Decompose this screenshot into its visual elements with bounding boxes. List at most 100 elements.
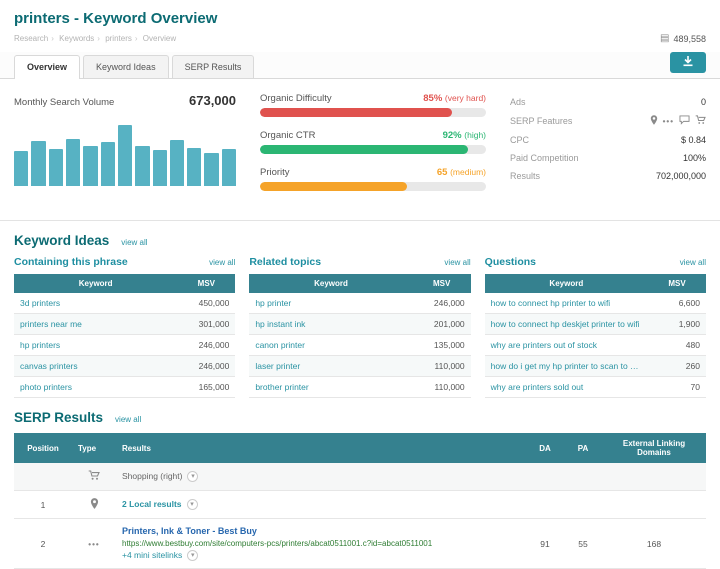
serp-result-url: https://www.bestbuy.com/site/computers-p… bbox=[122, 539, 520, 548]
msv-cell: 165,000 bbox=[177, 377, 235, 398]
keyword-row: why are printers sold out70 bbox=[485, 377, 706, 398]
msv-bar bbox=[14, 151, 28, 186]
shopping-cart-icon bbox=[88, 473, 100, 483]
keyword-link[interactable]: printers near me bbox=[14, 314, 177, 335]
cpc-value: $ 0.84 bbox=[681, 135, 706, 145]
serp-eld: 168 bbox=[602, 519, 706, 569]
breadcrumb-overview: Overview bbox=[143, 34, 176, 43]
msv-cell: 201,000 bbox=[413, 314, 471, 335]
location-pin-icon bbox=[90, 501, 99, 511]
tab-serp-results[interactable]: SERP Results bbox=[172, 55, 255, 78]
serp-row-local-results: 1 2 Local results▾ bbox=[14, 491, 706, 519]
keyword-row: 3d printers450,000 bbox=[14, 293, 235, 314]
msv-bar bbox=[31, 141, 45, 186]
expand-caret-icon[interactable]: ▾ bbox=[187, 471, 198, 482]
keyword-link[interactable]: canvas printers bbox=[14, 356, 177, 377]
msv-cell: 246,000 bbox=[177, 356, 235, 377]
serp-local-results-link[interactable]: 2 Local results bbox=[122, 499, 182, 509]
breadcrumb-keywords[interactable]: Keywords bbox=[59, 34, 94, 43]
serp-results-view-all-link[interactable]: view all bbox=[115, 415, 141, 424]
keyword-link[interactable]: hp instant ink bbox=[249, 314, 412, 335]
credits-badge: ▤ 489,558 bbox=[660, 33, 706, 44]
keyword-row: printers near me301,000 bbox=[14, 314, 235, 335]
serp-results-section: SERP Results view all Position Type Resu… bbox=[0, 398, 720, 569]
questions-view-all-link[interactable]: view all bbox=[680, 258, 706, 267]
keyword-link[interactable]: how do i get my hp printer to scan to my… bbox=[485, 356, 648, 377]
msv-cell: 6,600 bbox=[648, 293, 706, 314]
organic-ctr-track bbox=[260, 145, 486, 154]
tab-keyword-ideas[interactable]: Keyword Ideas bbox=[83, 55, 169, 78]
organic-ctr-gauge: Organic CTR 92% (high) bbox=[260, 130, 486, 154]
keyword-link[interactable]: photo printers bbox=[14, 377, 177, 398]
related-topics-table: Keyword MSV hp printer246,000hp instant … bbox=[249, 274, 470, 398]
download-button[interactable] bbox=[670, 52, 706, 73]
serp-stats-block: Ads 0 SERP Features ••• CPC $ 0.84 Paid … bbox=[510, 93, 706, 204]
keyword-link[interactable]: how to connect hp deskjet printer to wif… bbox=[485, 314, 648, 335]
msv-cell: 301,000 bbox=[177, 314, 235, 335]
msv-bar bbox=[101, 142, 115, 186]
serp-column-pa: PA bbox=[564, 433, 602, 463]
organic-difficulty-value: 85% (very hard) bbox=[423, 93, 486, 104]
keyword-link[interactable]: why are printers out of stock bbox=[485, 335, 648, 356]
keyword-link[interactable]: how to connect hp printer to wifi bbox=[485, 293, 648, 314]
containing-phrase-block: Containing this phrase view all Keyword … bbox=[14, 256, 235, 398]
serp-row-bestbuy: 2 ••• Printers, Ink & Toner - Best Buy h… bbox=[14, 519, 706, 569]
topbar: printers - Keyword Overview Research › Ke… bbox=[0, 0, 720, 52]
serp-position bbox=[14, 463, 72, 491]
serp-pa bbox=[564, 463, 602, 491]
keyword-row: photo printers165,000 bbox=[14, 377, 235, 398]
msv-bar bbox=[187, 148, 201, 186]
containing-phrase-view-all-link[interactable]: view all bbox=[209, 258, 235, 267]
keyword-row: how do i get my hp printer to scan to my… bbox=[485, 356, 706, 377]
keyword-link[interactable]: hp printer bbox=[249, 293, 412, 314]
breadcrumb-separator: › bbox=[97, 34, 100, 43]
organic-difficulty-fill bbox=[260, 108, 452, 117]
credits-count: 489,558 bbox=[673, 34, 706, 44]
keyword-row: hp instant ink201,000 bbox=[249, 314, 470, 335]
keyword-link[interactable]: canon printer bbox=[249, 335, 412, 356]
results-label: Results bbox=[510, 171, 540, 181]
keyword-ideas-view-all-link[interactable]: view all bbox=[121, 238, 147, 247]
expand-caret-icon[interactable]: ▾ bbox=[187, 550, 198, 561]
serp-column-da: DA bbox=[526, 433, 564, 463]
paid-competition-row: Paid Competition 100% bbox=[510, 149, 706, 167]
download-icon bbox=[682, 54, 694, 72]
related-topics-title: Related topics bbox=[249, 256, 321, 268]
questions-title: Questions bbox=[485, 256, 536, 268]
serp-result-title-link[interactable]: Printers, Ink & Toner - Best Buy bbox=[122, 526, 520, 536]
keyword-link[interactable]: 3d printers bbox=[14, 293, 177, 314]
ads-value: 0 bbox=[701, 97, 706, 107]
tab-overview[interactable]: Overview bbox=[14, 55, 80, 79]
msv-cell: 246,000 bbox=[177, 335, 235, 356]
column-header-msv: MSV bbox=[648, 274, 706, 293]
priority-track bbox=[260, 182, 486, 191]
column-header-msv: MSV bbox=[413, 274, 471, 293]
breadcrumb-research[interactable]: Research bbox=[14, 34, 48, 43]
breadcrumb-printers[interactable]: printers bbox=[105, 34, 132, 43]
column-header-keyword: Keyword bbox=[249, 274, 412, 293]
keyword-link[interactable]: brother printer bbox=[249, 377, 412, 398]
priority-label: Priority bbox=[260, 167, 290, 178]
msv-bar bbox=[170, 140, 184, 186]
mini-sitelinks-link[interactable]: +4 mini sitelinks bbox=[122, 550, 182, 560]
related-topics-view-all-link[interactable]: view all bbox=[444, 258, 470, 267]
metrics-panel: Monthly Search Volume 673,000 Organic Di… bbox=[0, 79, 720, 221]
keyword-row: canvas printers246,000 bbox=[14, 356, 235, 377]
keyword-link[interactable]: laser printer bbox=[249, 356, 412, 377]
keyword-row: how to connect hp deskjet printer to wif… bbox=[485, 314, 706, 335]
page-title: printers - Keyword Overview bbox=[14, 10, 706, 27]
results-value: 702,000,000 bbox=[656, 171, 706, 181]
keyword-link[interactable]: hp printers bbox=[14, 335, 177, 356]
column-header-keyword: Keyword bbox=[485, 274, 648, 293]
keyword-link[interactable]: why are printers sold out bbox=[485, 377, 648, 398]
msv-bar bbox=[118, 125, 132, 186]
msv-label: Monthly Search Volume bbox=[14, 97, 114, 108]
serp-results-table: Position Type Results DA PA External Lin… bbox=[14, 433, 706, 569]
expand-caret-icon[interactable]: ▾ bbox=[187, 499, 198, 510]
breadcrumb-row: Research› Keywords› printers› Overview ▤… bbox=[14, 33, 706, 52]
containing-phrase-title: Containing this phrase bbox=[14, 256, 128, 268]
breadcrumb: Research› Keywords› printers› Overview bbox=[14, 34, 179, 43]
serp-feature-icons: ••• bbox=[650, 115, 706, 127]
msv-bar bbox=[204, 153, 218, 186]
organic-ctr-label: Organic CTR bbox=[260, 130, 315, 141]
